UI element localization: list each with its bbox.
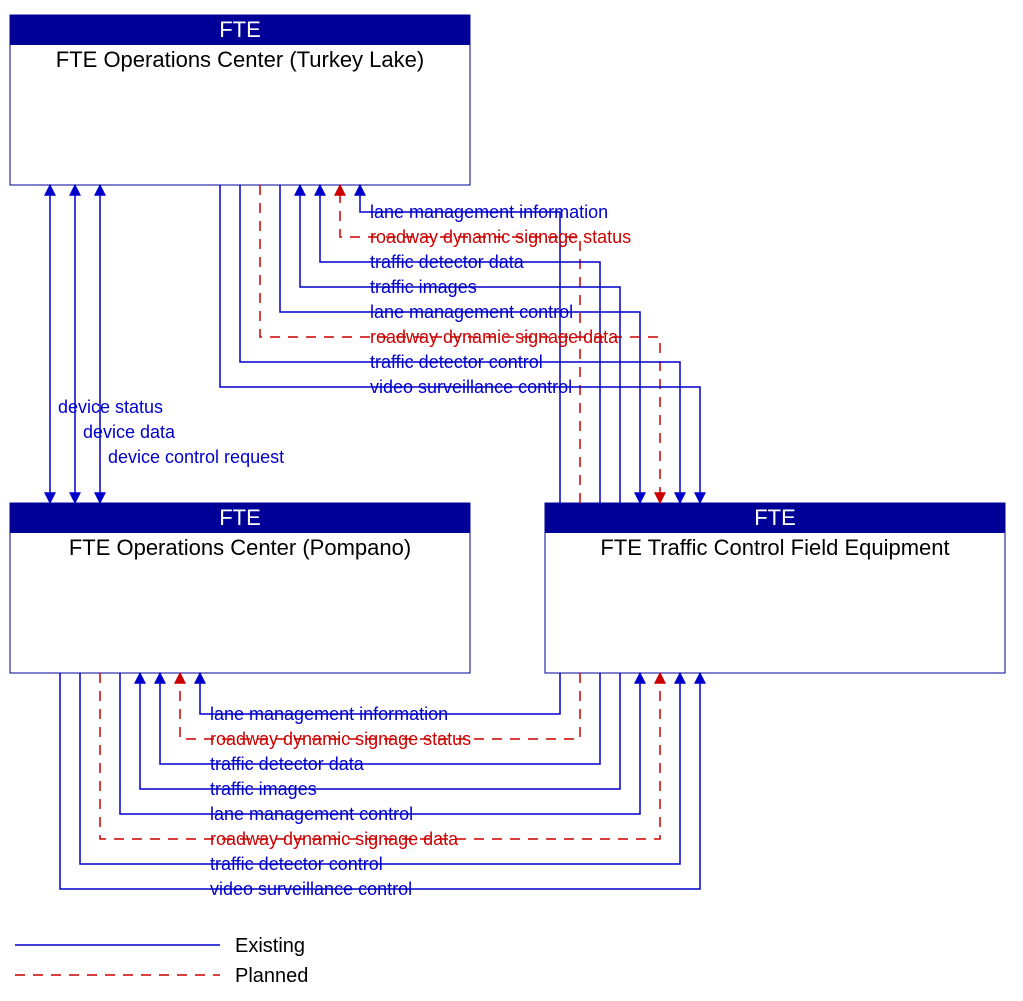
flow-label: roadway dynamic signage status (370, 227, 631, 247)
flow-label: traffic detector data (370, 252, 525, 272)
node-header-label: FTE (754, 505, 796, 530)
node-header-label: FTE (219, 17, 261, 42)
node-fte-field-equipment: FTE FTE Traffic Control Field Equipment (545, 503, 1005, 673)
node-title: FTE Traffic Control Field Equipment (600, 535, 949, 560)
node-fte-turkey-lake: FTE FTE Operations Center (Turkey Lake) (10, 15, 470, 185)
node-header-label: FTE (219, 505, 261, 530)
flow-label: lane management information (370, 202, 608, 222)
node-fte-pompano: FTE FTE Operations Center (Pompano) (10, 503, 470, 673)
flows-pompano-field: lane management information roadway dynam… (60, 673, 700, 899)
architecture-diagram: FTE FTE Operations Center (Turkey Lake) … (0, 0, 1023, 1001)
flow-label: lane management information (210, 704, 448, 724)
flow-label: traffic detector data (210, 754, 365, 774)
flow-label: lane management control (370, 302, 573, 322)
flow-label: device status (58, 397, 163, 417)
flows-turkey-field: lane management information roadway dynam… (220, 185, 700, 503)
legend-planned-label: Planned (235, 965, 308, 987)
flow-label: traffic detector control (370, 352, 543, 372)
node-title: FTE Operations Center (Pompano) (69, 535, 411, 560)
node-title: FTE Operations Center (Turkey Lake) (56, 47, 424, 72)
flow-label: traffic detector control (210, 854, 383, 874)
flow-label: device control request (108, 447, 284, 467)
legend: Existing Planned (15, 935, 308, 987)
flow-label: traffic images (210, 779, 317, 799)
legend-existing-label: Existing (235, 935, 305, 957)
flow-label: traffic images (370, 277, 477, 297)
flow-label: roadway dynamic signage data (210, 829, 459, 849)
flow-label: roadway dynamic signage data (370, 327, 619, 347)
flow-label: device data (83, 422, 176, 442)
flow-label: video surveillance control (210, 879, 412, 899)
flow-label: video surveillance control (370, 377, 572, 397)
flow-label: lane management control (210, 804, 413, 824)
flows-turkey-pompano: device status device data device control r… (50, 185, 284, 503)
flow-label: roadway dynamic signage status (210, 729, 471, 749)
